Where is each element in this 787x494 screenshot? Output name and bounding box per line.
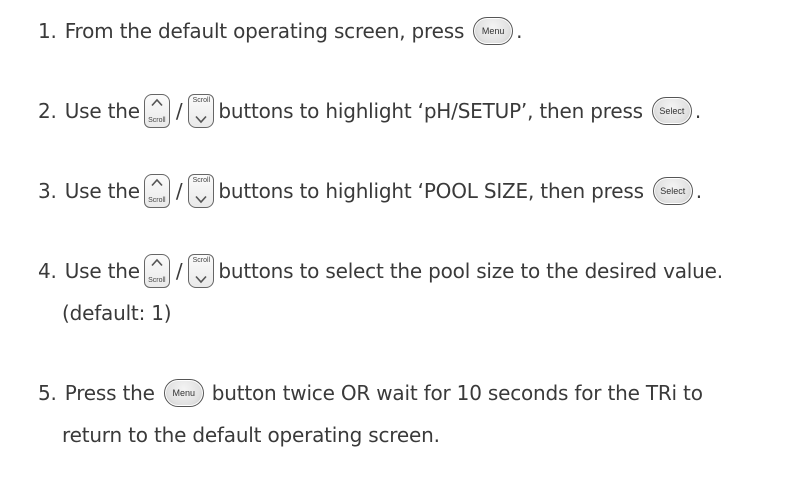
scroll-label: Scroll [192,97,211,104]
chevron-down-icon [195,195,207,204]
step-text: buttons to highlight ‘POOL SIZE, then pr… [218,179,644,203]
step-text: Press the [64,381,155,405]
step-text-end: . [694,99,702,123]
step-number: 2. [38,99,57,123]
step-text: From the default operating screen, press [64,19,465,43]
step-5: 5. Press the Menu button twice OR wait f… [38,377,779,451]
slash-separator: / [175,179,183,203]
slash-separator: / [175,259,183,283]
step-text-end: . [695,179,702,203]
step-4: 4. Use the Scroll / Scroll buttons to se… [38,254,779,329]
chevron-down-icon [195,275,207,284]
menu-button: Menu [163,379,204,407]
menu-button: Menu [473,17,514,45]
step-text-end: . [516,19,523,43]
select-button: Select [652,177,693,205]
step-1: 1. From the default operating screen, pr… [38,15,779,47]
step-text: buttons to highlight ‘pH/SETUP’, then pr… [218,99,643,123]
step-number: 1. [38,19,57,43]
step-number: 4. [38,259,57,283]
chevron-up-icon [151,178,163,187]
scroll-down-button: Scroll [188,174,215,208]
step-text: Use the [64,99,140,123]
step-3: 3. Use the Scroll / Scroll buttons to hi… [38,174,779,208]
chevron-up-icon [151,98,163,107]
scroll-down-button: Scroll [188,94,215,128]
step-number: 5. [38,381,57,405]
slash-separator: / [175,99,183,123]
scroll-up-button: Scroll [143,174,170,208]
scroll-label: Scroll [192,177,211,184]
step-text: button twice OR wait for 10 seconds for … [211,381,703,405]
step-text: Use the [64,259,140,283]
step-text: Use the [64,179,140,203]
step-text-line2: (default: 1) [62,301,172,325]
step-text-line2: return to the default operating screen. [62,423,440,447]
select-button: Select [651,97,692,125]
scroll-label: Scroll [192,257,211,264]
scroll-label: Scroll [148,277,166,284]
scroll-down-button: Scroll [188,254,215,288]
scroll-up-button: Scroll [143,94,170,128]
step-2: 2. Use the Scroll / Scroll buttons to hi… [38,94,779,128]
chevron-up-icon [151,258,163,267]
scroll-label: Scroll [148,117,166,124]
scroll-label: Scroll [148,197,166,204]
step-text: buttons to select the pool size to the d… [218,259,723,283]
scroll-up-button: Scroll [143,254,170,288]
step-number: 3. [38,179,57,203]
chevron-down-icon [195,115,207,124]
